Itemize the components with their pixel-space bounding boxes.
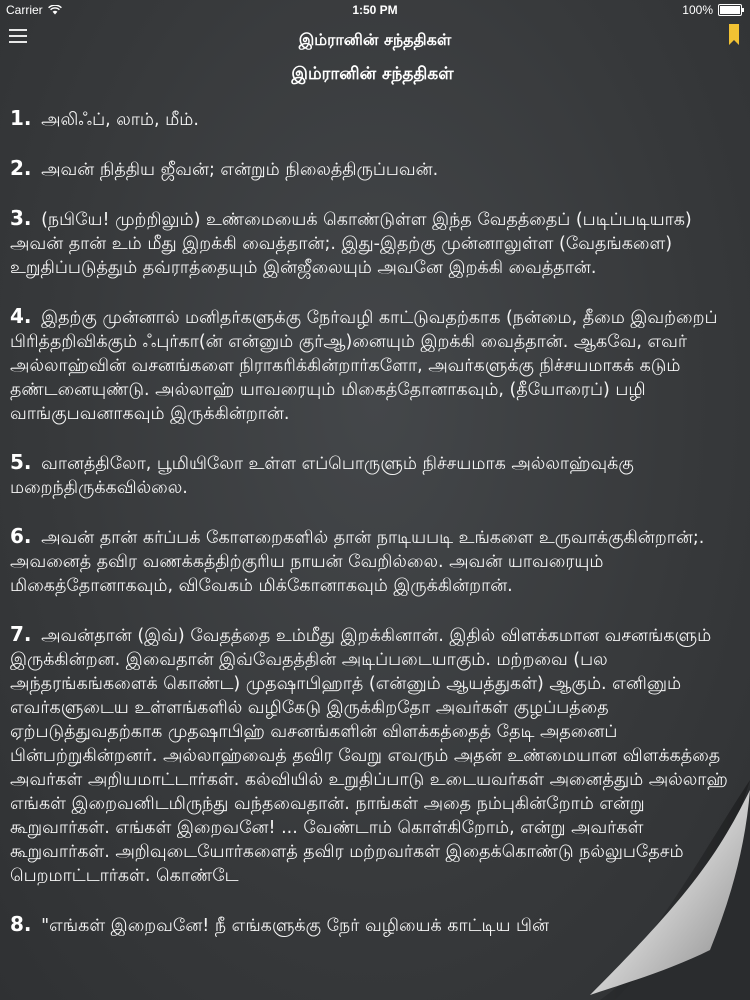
- verse-number: 8.: [10, 912, 32, 936]
- battery-percent: 100%: [682, 3, 713, 17]
- bookmark-icon[interactable]: [728, 24, 740, 46]
- nav-title: இம்ரானின் சந்ததிகள்: [298, 30, 452, 49]
- page-curl[interactable]: [560, 780, 750, 1000]
- verse-number: 2.: [10, 156, 32, 180]
- status-right: 100%: [682, 3, 744, 17]
- verse-5: 5. வானத்திலோ, பூமியிலோ உள்ள எப்பொருளும் …: [10, 450, 735, 500]
- verse-text: அவன் தான் கர்ப்பக் கோளறைகளில் தான் நாடிய…: [10, 528, 705, 596]
- battery-icon: [718, 4, 744, 16]
- verse-text: (நபியே! முற்றிலும்) உண்மையைக் கொண்டுள்ள …: [10, 210, 692, 278]
- verse-number: 4.: [10, 304, 32, 328]
- verse-2: 2. அவன் நித்திய ஜீவன்; என்றும் நிலைத்திர…: [10, 156, 735, 182]
- verse-text: அவன் நித்திய ஜீவன்; என்றும் நிலைத்திருப்…: [41, 160, 439, 180]
- verse-4: 4. இதற்கு முன்னால் மனிதர்களுக்கு நேர்வழி…: [10, 304, 735, 426]
- verse-text: வானத்திலோ, பூமியிலோ உள்ள எப்பொருளும் நிச…: [10, 454, 634, 498]
- verse-number: 3.: [10, 206, 32, 230]
- verse-text: இதற்கு முன்னால் மனிதர்களுக்கு நேர்வழி கா…: [10, 308, 718, 424]
- verse-1: 1. அலிஃப், லாம், மீம்.: [10, 106, 735, 132]
- navigation-bar: இம்ரானின் சந்ததிகள்: [0, 20, 750, 60]
- surah-title: இம்ரானின் சந்ததிகள்: [291, 64, 454, 84]
- verse-number: 7.: [10, 622, 32, 646]
- verse-number: 6.: [10, 524, 32, 548]
- verse-number: 5.: [10, 450, 32, 474]
- status-bar: Carrier 1:50 PM 100%: [0, 0, 750, 20]
- verse-text: அலிஃப், லாம், மீம்.: [41, 110, 199, 130]
- verse-6: 6. அவன் தான் கர்ப்பக் கோளறைகளில் தான் நா…: [10, 524, 735, 598]
- status-time: 1:50 PM: [352, 3, 398, 17]
- verse-text: "எங்கள் இறைவனே! நீ எங்களுக்கு நேர் வழியை…: [41, 916, 549, 936]
- verse-number: 1.: [10, 106, 32, 130]
- verse-3: 3. (நபியே! முற்றிலும்) உண்மையைக் கொண்டுள…: [10, 206, 735, 280]
